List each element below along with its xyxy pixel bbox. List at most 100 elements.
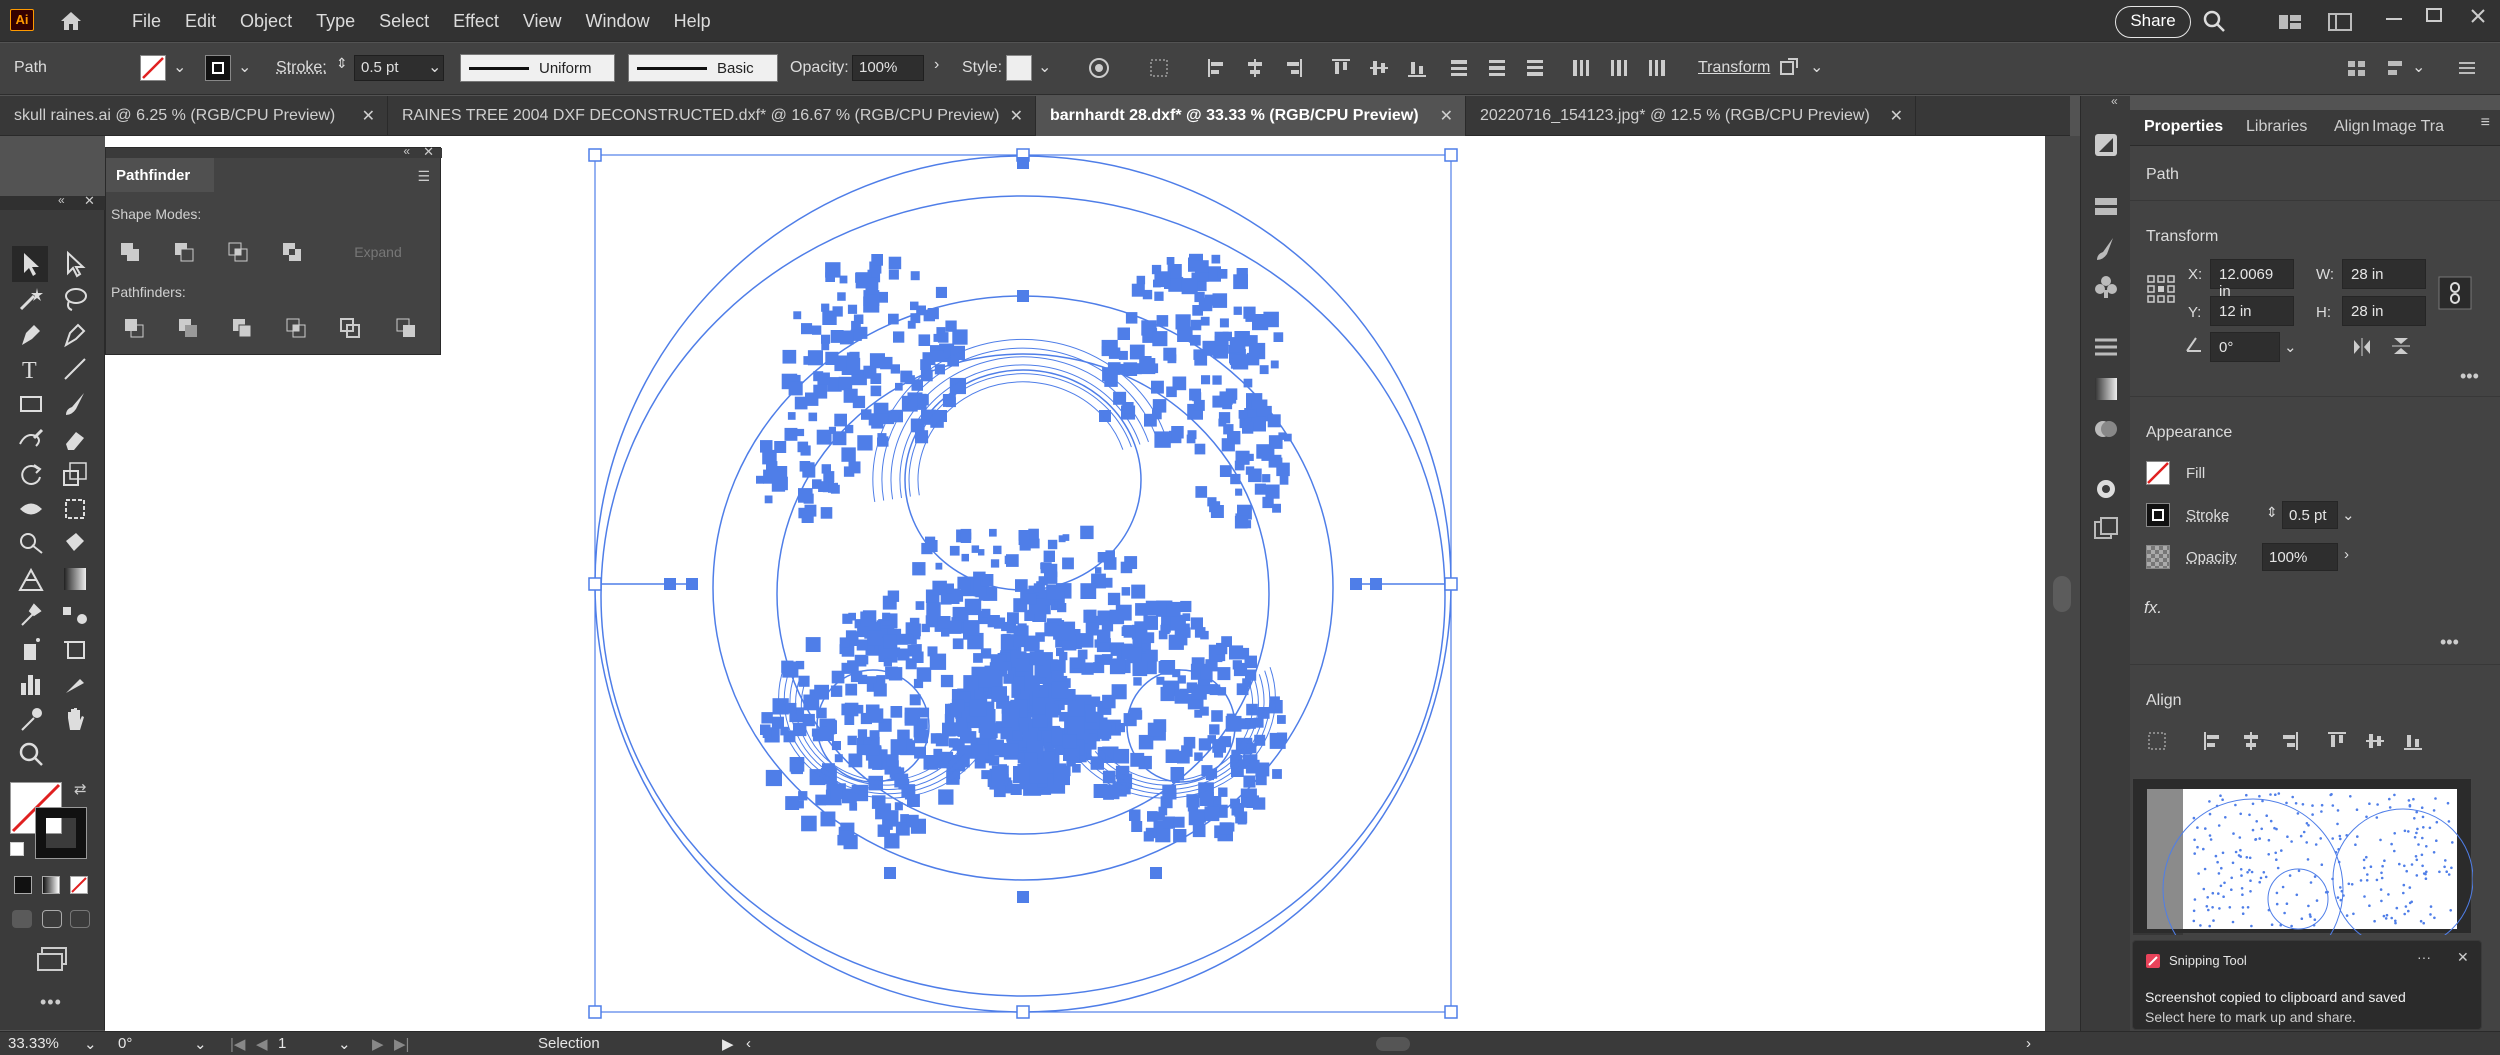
crop-icon[interactable] [284,316,308,340]
gradient-panel-icon[interactable] [2093,376,2119,402]
shape-builder-tool-icon[interactable] [16,529,46,559]
menu-type[interactable]: Type [304,11,367,32]
tab-barnhardt[interactable]: barnhardt 28.dxf* @ 33.33 % (RGB/CPU Pre… [1036,96,1466,136]
align-top-icon[interactable] [2326,730,2348,752]
scroll-thumb[interactable] [2053,576,2071,612]
flip-vertical-icon[interactable] [2392,336,2410,356]
blend-tool-icon[interactable] [60,599,90,629]
close-tab-icon[interactable]: ✕ [1440,106,1453,126]
align-right-icon[interactable] [2278,730,2300,752]
menu-edit[interactable]: Edit [173,11,228,32]
align-bottom-icon[interactable] [2402,730,2424,752]
stepper-icon[interactable]: ⇕ [336,55,348,72]
arrange-documents-icon[interactable] [2328,12,2352,32]
previous-artboard-icon[interactable]: ◀ [256,1035,268,1053]
layers-panel-icon[interactable] [2093,196,2119,218]
intersect-icon[interactable] [226,240,250,264]
divide-icon[interactable] [122,316,146,340]
stroke-swatch[interactable] [2146,503,2170,527]
brush-definition[interactable]: Basic [628,54,778,82]
chevron-down-icon[interactable]: ⌄ [1810,57,1823,77]
x-position-field[interactable]: 12.0069 in [2210,259,2294,300]
scroll-left-icon[interactable]: ‹ [746,1035,751,1052]
eraser-tool-icon[interactable] [60,424,90,454]
menu-select[interactable]: Select [367,11,441,32]
line-segment-tool-icon[interactable] [60,354,90,384]
snipping-tool-notification[interactable]: Snipping Tool ··· ✕ Screenshot copied to… [2132,940,2482,1030]
menu-effect[interactable]: Effect [441,11,511,32]
reference-point-icon[interactable] [2146,274,2176,304]
close-notification-icon[interactable]: ✕ [2457,949,2469,966]
isolate-object-icon[interactable] [1778,56,1800,78]
menu-object[interactable]: Object [228,11,304,32]
width-field[interactable]: 28 in [2342,259,2426,289]
stroke-label[interactable]: Stroke: [276,59,327,77]
stroke-panel-icon[interactable] [2093,336,2119,358]
more-options-icon[interactable]: ••• [2460,366,2479,387]
align-horizontal-center-icon[interactable] [1244,57,1266,79]
align-to-selection-icon[interactable] [1148,57,1170,79]
artboard-number[interactable]: 1 [278,1035,286,1052]
rectangle-tool-icon[interactable] [16,389,46,419]
unite-icon[interactable] [118,240,142,264]
chevron-down-icon[interactable]: ⌄ [338,1035,351,1053]
align-vertical-center-icon[interactable] [1368,57,1390,79]
first-artboard-icon[interactable]: |◀ [230,1035,245,1053]
chevron-down-icon[interactable]: ⌄ [194,1035,207,1053]
gradient-tool-icon[interactable] [60,564,90,594]
collapse-panel-icon[interactable]: « [403,144,410,158]
zoom-tool-icon[interactable] [16,739,46,769]
screen-mode-icon[interactable] [36,946,70,974]
slice-tool-icon[interactable] [60,669,90,699]
opacity-field[interactable]: 100% [852,55,924,81]
menu-file[interactable]: File [120,11,173,32]
scale-tool-icon[interactable] [60,459,90,489]
graphic-styles-panel-icon[interactable] [2093,516,2119,542]
distribute-horizontal-center-icon[interactable] [1608,57,1630,79]
close-tab-icon[interactable]: ✕ [362,106,375,126]
outline-icon[interactable] [338,316,362,340]
align-vertical-center-icon[interactable] [2364,730,2386,752]
paintbrush-tool-icon[interactable] [60,389,90,419]
last-artboard-icon[interactable]: ▶| [394,1035,409,1053]
more-options-icon[interactable]: ··· [2417,949,2431,965]
close-panel-icon[interactable]: ✕ [423,144,434,160]
recolor-artwork-icon[interactable] [1088,57,1110,79]
navigator-thumbnail[interactable] [2132,778,2474,980]
graphic-style-swatch[interactable] [1006,55,1032,81]
fx-button[interactable]: fx. [2144,598,2162,618]
artboard-tool-icon[interactable] [60,634,90,664]
perspective-grid-tool-icon[interactable] [16,564,46,594]
flip-horizontal-icon[interactable] [2352,338,2372,356]
menu-help[interactable]: Help [662,11,723,32]
width-tool-icon[interactable] [16,494,46,524]
transparency-panel-icon[interactable] [2093,416,2119,442]
symbol-sprayer-tool-icon[interactable] [16,634,46,664]
tab-20220716[interactable]: 20220716_154123.jpg* @ 12.5 % (RGB/CPU P… [1466,96,1916,136]
height-field[interactable]: 28 in [2342,296,2426,326]
panel-menu-icon[interactable]: ≡ [2481,114,2490,132]
expand-dock-icon[interactable]: « [2111,94,2118,108]
tab-skull-raines[interactable]: skull raines.ai @ 6.25 % (RGB/CPU Previe… [0,96,388,136]
gradient-mode-icon[interactable] [42,876,60,894]
stroke-weight-field[interactable]: 0.5 pt [2282,501,2338,529]
menu-view[interactable]: View [511,11,574,32]
swap-fill-stroke-icon[interactable]: ⇄ [74,780,87,798]
pen-tool-icon[interactable] [16,319,46,349]
stroke-swatch[interactable] [205,55,231,81]
opacity-label[interactable]: Opacity: [790,59,849,77]
symbols-panel-icon[interactable] [2093,274,2119,300]
align-right-icon[interactable] [1282,57,1304,79]
rotation-value[interactable]: 0° [118,1035,132,1052]
chevron-down-icon[interactable]: ⌄ [1038,57,1051,77]
tab-align[interactable]: Align [2334,118,2370,136]
expand-button[interactable]: Expand [331,240,425,264]
align-top-icon[interactable] [1330,57,1352,79]
panel-menu-icon[interactable]: ☰ [417,168,430,185]
trim-icon[interactable] [176,316,200,340]
tab-raines-tree[interactable]: RAINES TREE 2004 DXF DECONSTRUCTED.dxf* … [388,96,1036,136]
stepper-icon[interactable]: ⇕ [2266,504,2278,521]
draw-inside-icon[interactable] [70,910,90,928]
rotation-field[interactable]: 0° [2210,332,2280,362]
brushes-panel-icon[interactable] [2093,236,2119,262]
